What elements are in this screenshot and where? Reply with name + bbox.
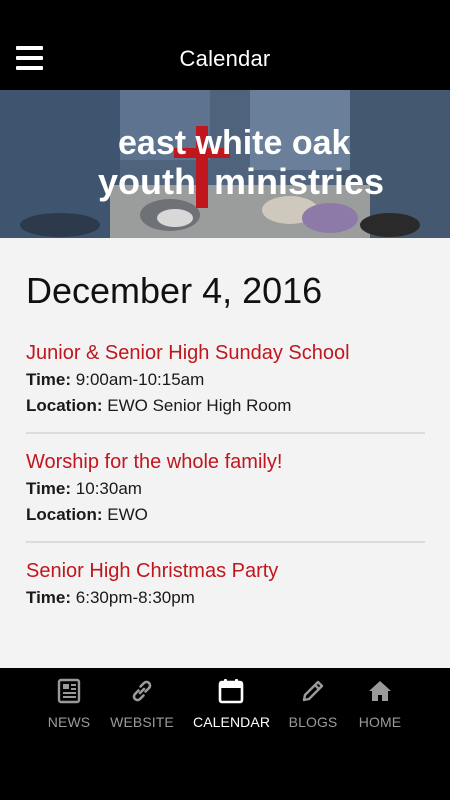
ministry-logo: east white oak youth ministries [98,124,384,208]
tab-calendar[interactable]: CALENDAR [193,678,271,744]
calendar-icon [218,679,244,704]
tab-label: NEWS [47,714,91,730]
event-divider [26,541,425,543]
event-location: Location: EWO [26,505,148,524]
logo-line-2-youth: youth [98,161,196,202]
tab-website[interactable]: WEBSITE [110,678,174,744]
event-divider [26,432,425,434]
tab-blogs[interactable]: BLOGS [286,678,340,744]
logo-line-1: east white oak [118,124,351,162]
logo-line-2-ministries: ministries [214,161,384,202]
event-title[interactable]: Junior & Senior High Sunday School [26,340,426,367]
event-item[interactable]: Junior & Senior High Sunday School Time:… [26,340,426,419]
page-title: Calendar [179,46,271,71]
event-title[interactable]: Worship for the whole family! [26,449,426,476]
event-title[interactable]: Senior High Christmas Party [26,558,426,585]
pencil-icon [302,680,324,702]
event-location: Location: EWO Senior High Room [26,396,292,415]
link-icon [132,680,152,702]
event-time: Time: 9:00am-10:15am [26,370,205,389]
event-item[interactable]: Worship for the whole family! Time: 10:3… [26,449,426,528]
calendar-content: December 4, 2016 Junior & Senior High Su… [0,238,450,668]
tab-label: BLOGS [288,714,338,730]
banner-image: east white oak youth ministries [0,90,450,238]
event-time: Time: 6:30pm-8:30pm [26,588,195,607]
tab-label: HOME [358,714,402,730]
app-bar: Calendar [0,0,450,90]
tab-label: WEBSITE [110,714,174,730]
bottom-tab-bar: NEWS WEBSITE CALENDAR BLOGS HOME [0,668,450,800]
tab-news[interactable]: NEWS [44,678,94,744]
calendar-date: December 4, 2016 [26,270,323,311]
home-icon [369,681,391,701]
event-time: Time: 10:30am [26,479,142,498]
newspaper-icon [57,678,81,704]
tab-home[interactable]: HOME [356,678,404,744]
event-item[interactable]: Senior High Christmas Party Time: 6:30pm… [26,558,426,611]
tab-label: CALENDAR [193,714,271,730]
